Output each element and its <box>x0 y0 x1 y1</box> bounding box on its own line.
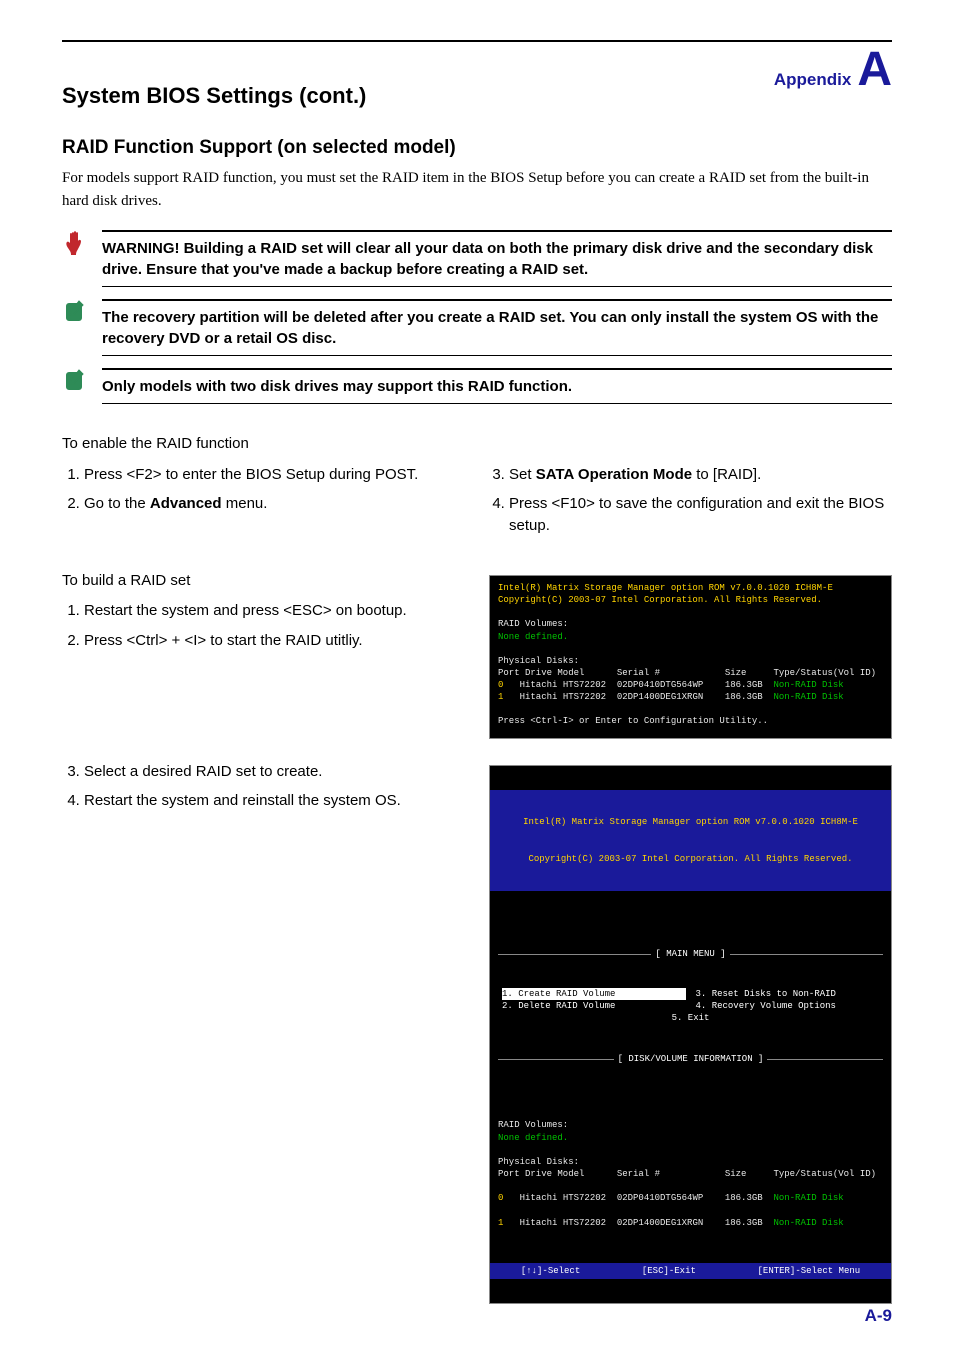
warning-hand-icon <box>62 230 90 287</box>
appendix-letter: A <box>857 48 892 91</box>
enable-step-3: Set SATA Operation Mode to [RAID]. <box>509 464 892 486</box>
menu-reset-disks: 3. Reset Disks to Non-RAID <box>696 988 880 1000</box>
header-rule <box>62 40 892 42</box>
pencil-note-icon <box>62 299 90 356</box>
enable-step-2: Go to the Advanced menu. <box>84 493 467 515</box>
intro-paragraph: For models support RAID function, you mu… <box>62 167 892 212</box>
terminal-header-line: Intel(R) Matrix Storage Manager option R… <box>490 816 891 828</box>
pencil-note-icon <box>62 368 90 404</box>
note-body: WARNING! Building a RAID set will clear … <box>102 230 892 287</box>
menu-create-raid: 1. Create RAID Volume <box>502 988 686 1000</box>
footer-select: [↑↓]-Select <box>521 1265 580 1277</box>
page-number: A-9 <box>865 1306 892 1326</box>
page-title: System BIOS Settings (cont.) <box>62 83 892 109</box>
main-menu-label: [ MAIN MENU ] <box>498 948 883 960</box>
disk-info-block: RAID Volumes: None defined. Physical Dis… <box>490 1117 891 1238</box>
terminal-screenshot-boot: Intel(R) Matrix Storage Manager option R… <box>489 575 892 739</box>
main-menu: 1. Create RAID Volume 3. Reset Disks to … <box>498 988 883 1024</box>
build-step-4: Restart the system and reinstall the sys… <box>84 790 465 812</box>
terminal-screenshot-mainmenu: Intel(R) Matrix Storage Manager option R… <box>489 765 892 1305</box>
terminal-header-bar: Intel(R) Matrix Storage Manager option R… <box>490 790 891 891</box>
build-step-1: Restart the system and press <ESC> on bo… <box>84 600 465 622</box>
note-body: The recovery partition will be deleted a… <box>102 299 892 356</box>
appendix-label: Appendix <box>774 70 851 90</box>
info-note-recovery: The recovery partition will be deleted a… <box>62 299 892 356</box>
enable-step-1: Press <F2> to enter the BIOS Setup durin… <box>84 464 467 486</box>
terminal-footer-bar: [↑↓]-Select [ESC]-Exit [ENTER]-Select Me… <box>490 1263 891 1279</box>
page: Appendix A System BIOS Settings (cont.) … <box>0 0 954 1366</box>
terminal-header-line: Copyright(C) 2003-07 Intel Corporation. … <box>490 853 891 865</box>
disk-info-label: [ DISK/VOLUME INFORMATION ] <box>498 1053 883 1065</box>
build-step-2: Press <Ctrl> + <I> to start the RAID uti… <box>84 630 465 652</box>
build-step-3: Select a desired RAID set to create. <box>84 761 465 783</box>
footer-esc: [ESC]-Exit <box>642 1265 696 1277</box>
info-note-two-disks: Only models with two disk drives may sup… <box>62 368 892 404</box>
enable-block: To enable the RAID function Press <F2> t… <box>62 434 892 545</box>
enable-step-4: Press <F10> to save the configuration an… <box>509 493 892 537</box>
menu-delete-raid: 2. Delete RAID Volume <box>502 1000 686 1012</box>
build-block-1: To build a RAID set Restart the system a… <box>62 571 892 739</box>
menu-recovery: 4. Recovery Volume Options <box>696 1000 880 1012</box>
menu-exit: 5. Exit <box>502 1012 879 1024</box>
note-body: Only models with two disk drives may sup… <box>102 368 892 404</box>
build-lead: To build a RAID set <box>62 571 465 591</box>
build-block-2: Select a desired RAID set to create. Res… <box>62 761 892 1305</box>
enable-lead: To enable the RAID function <box>62 434 467 454</box>
footer-enter: [ENTER]-Select Menu <box>758 1265 861 1277</box>
warning-note: WARNING! Building a RAID set will clear … <box>62 230 892 287</box>
section-heading: RAID Function Support (on selected model… <box>62 137 892 159</box>
